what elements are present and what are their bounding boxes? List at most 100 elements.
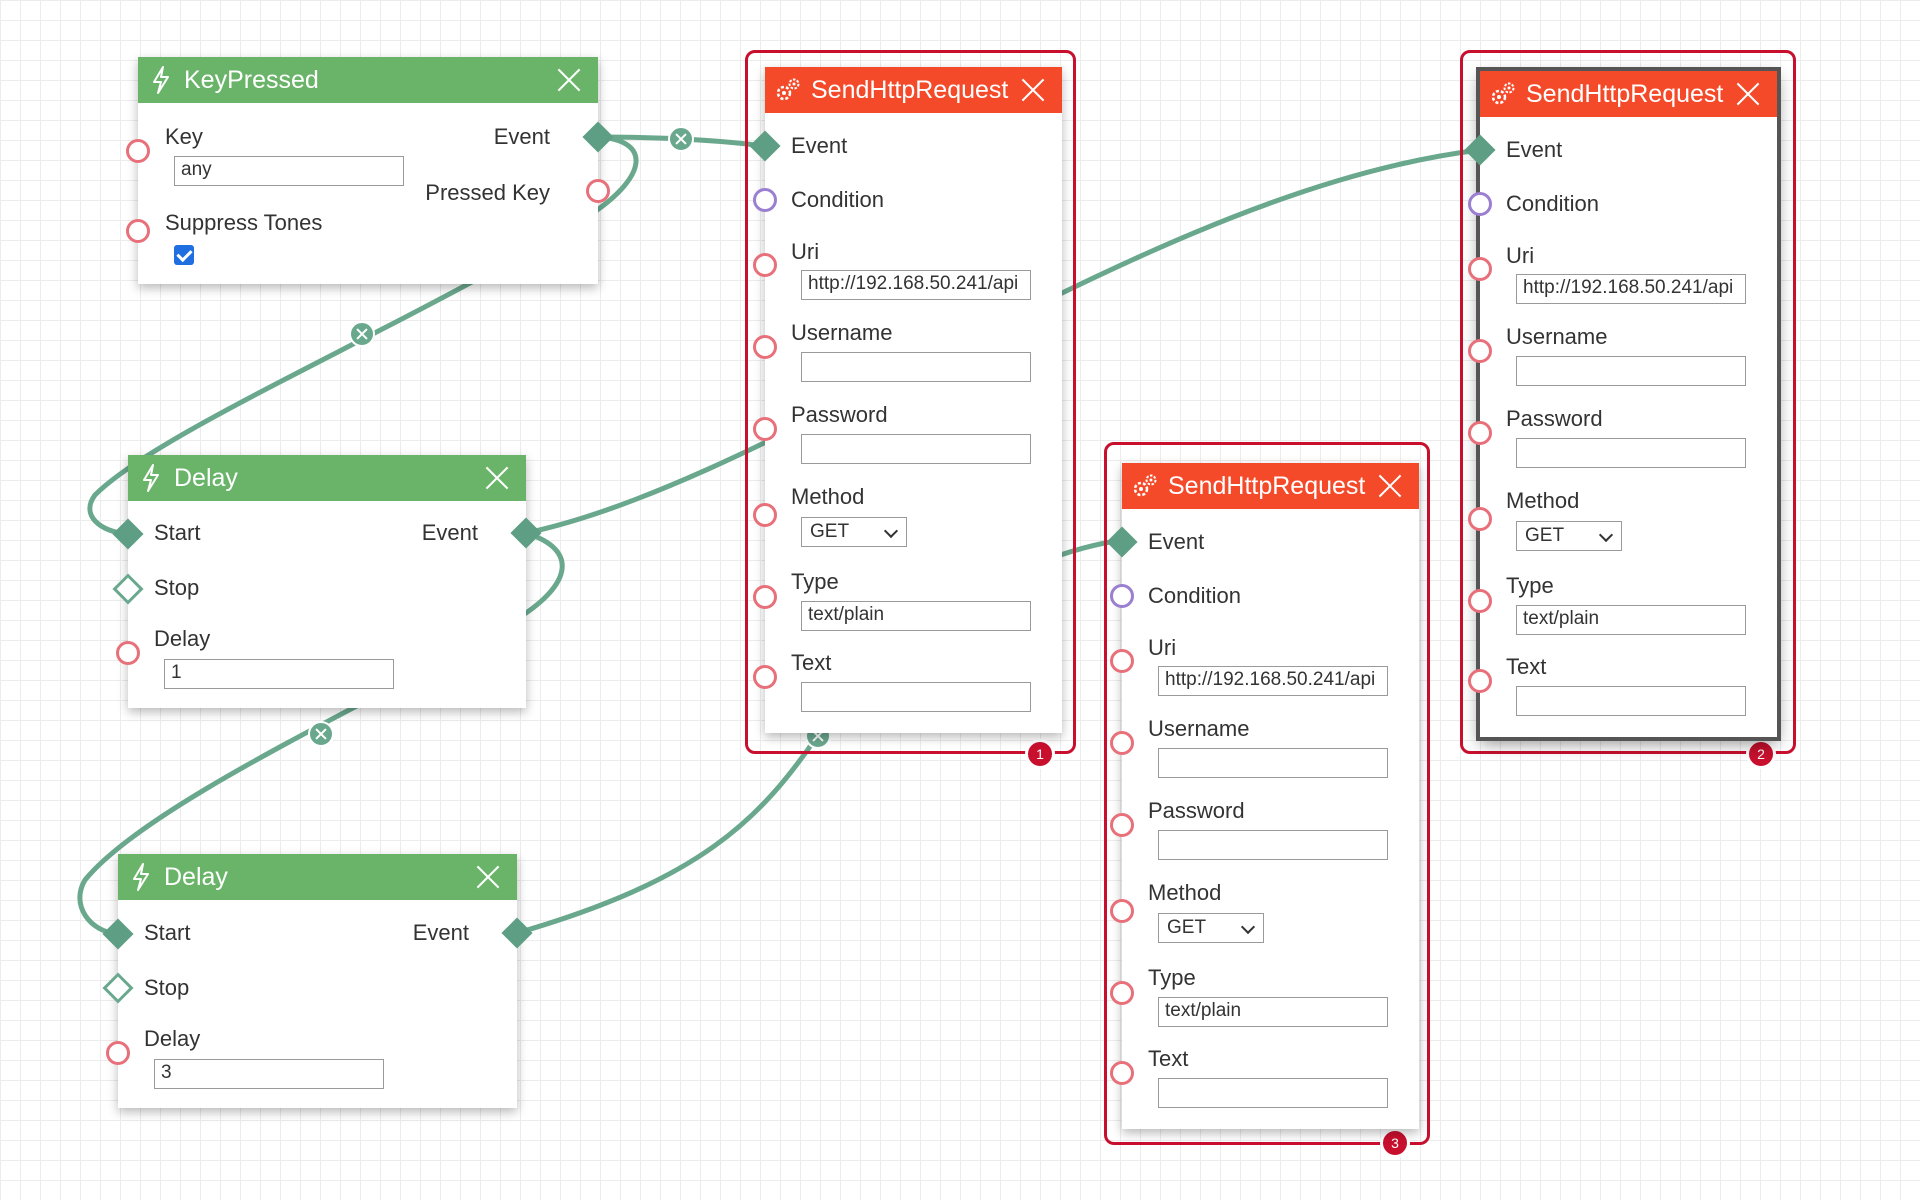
condition-input-port[interactable] (753, 188, 777, 212)
stop-label: Stop (154, 575, 200, 600)
node-header[interactable]: Delay (128, 455, 526, 501)
username-label: Username (1148, 716, 1250, 741)
group-badge-3: 3 (1380, 1128, 1410, 1158)
method-input-port[interactable] (753, 503, 777, 527)
password-input[interactable] (801, 434, 1031, 464)
chevron-down-icon (1598, 527, 1614, 543)
delay-label: Delay (144, 1026, 201, 1051)
text-input-port[interactable] (1468, 669, 1492, 693)
method-input-port[interactable] (1468, 507, 1492, 531)
uri-input[interactable]: http://192.168.50.241/api (1158, 666, 1388, 696)
delay-node-1[interactable]: Delay Start Event Stop Delay 1 (128, 455, 526, 708)
type-label: Type (1148, 965, 1196, 990)
key-input[interactable]: any (174, 156, 404, 186)
gears-icon (1122, 463, 1168, 509)
username-input[interactable] (1158, 748, 1388, 778)
close-icon[interactable] (1373, 469, 1407, 503)
username-input[interactable] (1516, 356, 1746, 386)
type-input[interactable]: text/plain (801, 601, 1031, 631)
suppress-tones-checkbox[interactable] (174, 245, 194, 265)
password-input-port[interactable] (753, 417, 777, 441)
uri-input[interactable]: http://192.168.50.241/api (1516, 274, 1746, 304)
text-input-port[interactable] (753, 665, 777, 689)
node-title: SendHttpRequest (1168, 471, 1366, 500)
username-label: Username (1506, 324, 1608, 349)
close-icon[interactable] (1731, 77, 1765, 111)
delay-input-port[interactable] (106, 1041, 130, 1065)
uri-input[interactable]: http://192.168.50.241/api (801, 270, 1031, 300)
event-output-label: Event (412, 920, 469, 945)
method-value: GET (1525, 525, 1565, 546)
text-label: Text (1148, 1046, 1189, 1071)
key-input-port[interactable] (126, 139, 150, 163)
send-http-request-node-1[interactable]: SendHttpRequest Event Condition Uri http… (765, 67, 1062, 733)
send-http-request-node-3[interactable]: SendHttpRequest Event Condition Uri http… (1122, 463, 1419, 1129)
node-title: Delay (164, 862, 228, 891)
method-select[interactable]: GET (1158, 913, 1264, 943)
text-label: Text (1506, 654, 1547, 679)
start-label: Start (144, 920, 191, 945)
node-header[interactable]: KeyPressed (138, 57, 598, 103)
close-icon[interactable] (1016, 73, 1050, 107)
type-label: Type (1506, 573, 1554, 598)
pressed-key-output-port[interactable] (586, 179, 610, 203)
text-input[interactable] (1516, 686, 1746, 716)
keypressed-node[interactable]: KeyPressed Key any Event Pressed Key Sup… (138, 57, 598, 284)
uri-input-port[interactable] (753, 253, 777, 277)
delete-connection-icon[interactable] (308, 721, 334, 747)
type-input-port[interactable] (1468, 589, 1492, 613)
delay-node-2[interactable]: Delay Start Event Stop Delay 3 (118, 854, 517, 1108)
node-header[interactable]: Delay (118, 854, 517, 900)
close-icon[interactable] (552, 63, 586, 97)
close-icon[interactable] (480, 461, 514, 495)
stop-label: Stop (144, 975, 190, 1000)
text-input[interactable] (1158, 1078, 1388, 1108)
close-icon[interactable] (471, 860, 505, 894)
username-input[interactable] (801, 352, 1031, 382)
delay-input[interactable]: 1 (164, 659, 394, 689)
type-input-port[interactable] (1110, 981, 1134, 1005)
node-header[interactable]: SendHttpRequest (1480, 71, 1777, 117)
password-label: Password (791, 402, 888, 427)
node-header[interactable]: SendHttpRequest (1122, 463, 1419, 509)
delay-input[interactable]: 3 (154, 1059, 384, 1089)
node-title: KeyPressed (184, 65, 319, 94)
start-label: Start (154, 520, 201, 545)
text-input-port[interactable] (1110, 1061, 1134, 1085)
method-input-port[interactable] (1110, 899, 1134, 923)
password-input[interactable] (1516, 438, 1746, 468)
condition-input-port[interactable] (1110, 584, 1134, 608)
uri-input-port[interactable] (1468, 257, 1492, 281)
uri-label: Uri (1506, 243, 1535, 268)
password-input[interactable] (1158, 830, 1388, 860)
chevron-down-icon (1240, 919, 1256, 935)
type-input[interactable]: text/plain (1516, 605, 1746, 635)
type-input[interactable]: text/plain (1158, 997, 1388, 1027)
node-header[interactable]: SendHttpRequest (765, 67, 1062, 113)
method-value: GET (810, 521, 850, 542)
condition-input-port[interactable] (1468, 192, 1492, 216)
node-title: SendHttpRequest (811, 75, 1009, 104)
send-http-request-node-2[interactable]: SendHttpRequest Event Condition Uri http… (1480, 71, 1777, 737)
username-input-port[interactable] (1468, 339, 1492, 363)
delete-connection-icon[interactable] (668, 126, 694, 152)
method-select[interactable]: GET (801, 517, 907, 547)
lightning-icon (138, 57, 184, 103)
uri-label: Uri (791, 239, 820, 264)
uri-input-port[interactable] (1110, 649, 1134, 673)
key-label: Key (165, 124, 203, 149)
method-select[interactable]: GET (1516, 521, 1622, 551)
type-input-port[interactable] (753, 585, 777, 609)
group-badge-1: 1 (1025, 739, 1055, 769)
username-input-port[interactable] (753, 335, 777, 359)
username-input-port[interactable] (1110, 731, 1134, 755)
password-input-port[interactable] (1110, 813, 1134, 837)
text-input[interactable] (801, 682, 1031, 712)
password-label: Password (1506, 406, 1603, 431)
suppress-tones-input-port[interactable] (126, 219, 150, 243)
uri-label: Uri (1148, 635, 1177, 660)
delete-connection-icon[interactable] (349, 321, 375, 347)
password-input-port[interactable] (1468, 421, 1492, 445)
delay-input-port[interactable] (116, 641, 140, 665)
node-title: SendHttpRequest (1526, 79, 1724, 108)
